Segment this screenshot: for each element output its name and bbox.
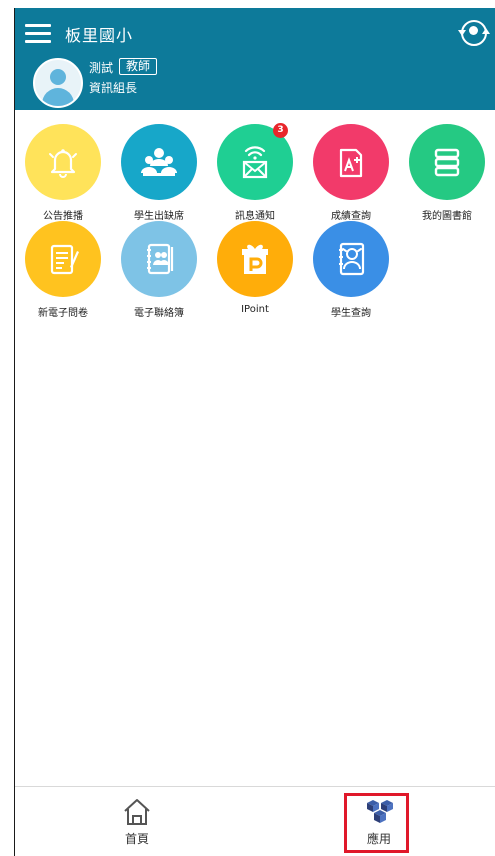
app-circle (313, 221, 389, 297)
app-circle (121, 221, 197, 297)
app-label: IPoint (241, 304, 269, 315)
frame-top (14, 0, 495, 8)
role-badge: 教師 (119, 58, 158, 75)
app-circle (25, 221, 101, 297)
app-circle (217, 221, 293, 297)
app-ipoint[interactable]: IPoint (207, 207, 303, 315)
home-icon (124, 799, 150, 825)
questionnaire-icon (50, 244, 79, 275)
tab-home[interactable]: 首頁 (77, 787, 197, 856)
students-icon (141, 148, 177, 176)
app-student-search[interactable]: 學生查詢 (303, 207, 399, 319)
user-name: 測試 (89, 61, 114, 75)
app-label: 學生查詢 (331, 308, 371, 319)
app-circle (313, 124, 389, 200)
frame-left (0, 0, 14, 856)
student-profile-icon (339, 242, 365, 276)
switch-account-icon[interactable] (458, 20, 490, 46)
hamburger-menu-icon[interactable] (25, 24, 51, 44)
app-contact-book[interactable]: 電子聯絡簿 (111, 207, 207, 319)
user-title: 資訊組長 (89, 81, 138, 95)
gift-p-icon (242, 244, 268, 274)
app-label: 我的圖書館 (422, 211, 472, 222)
app-header: 板里國小 測試 教師 資訊組長 (15, 8, 495, 110)
bottom-tabbar: 首頁 應用 (15, 787, 495, 856)
tab-home-label: 首頁 (124, 832, 149, 846)
app-attendance[interactable]: 學生出缺席 (111, 110, 207, 222)
app-label: 新電子問卷 (38, 308, 88, 319)
highlight-box (344, 793, 409, 853)
books-icon (434, 148, 460, 177)
app-circle (25, 124, 101, 200)
contact-book-icon (147, 243, 174, 275)
app-label: 電子聯絡簿 (134, 308, 184, 319)
app-circle (409, 124, 485, 200)
app-grades[interactable]: 成績查詢 (303, 110, 399, 222)
app-questionnaire[interactable]: 新電子問卷 (15, 207, 111, 319)
grade-document-icon (339, 148, 363, 178)
avatar[interactable] (33, 58, 83, 108)
school-name: 板里國小 (65, 26, 134, 45)
notification-badge: 3 (273, 123, 288, 138)
app-circle (121, 124, 197, 200)
wifi-envelope-icon (242, 146, 268, 179)
app-library[interactable]: 我的圖書館 (399, 110, 495, 222)
app-messages[interactable]: 3 訊息通知 (207, 110, 303, 222)
bell-icon (49, 149, 77, 178)
app-announcement[interactable]: 公告推播 (15, 110, 111, 222)
